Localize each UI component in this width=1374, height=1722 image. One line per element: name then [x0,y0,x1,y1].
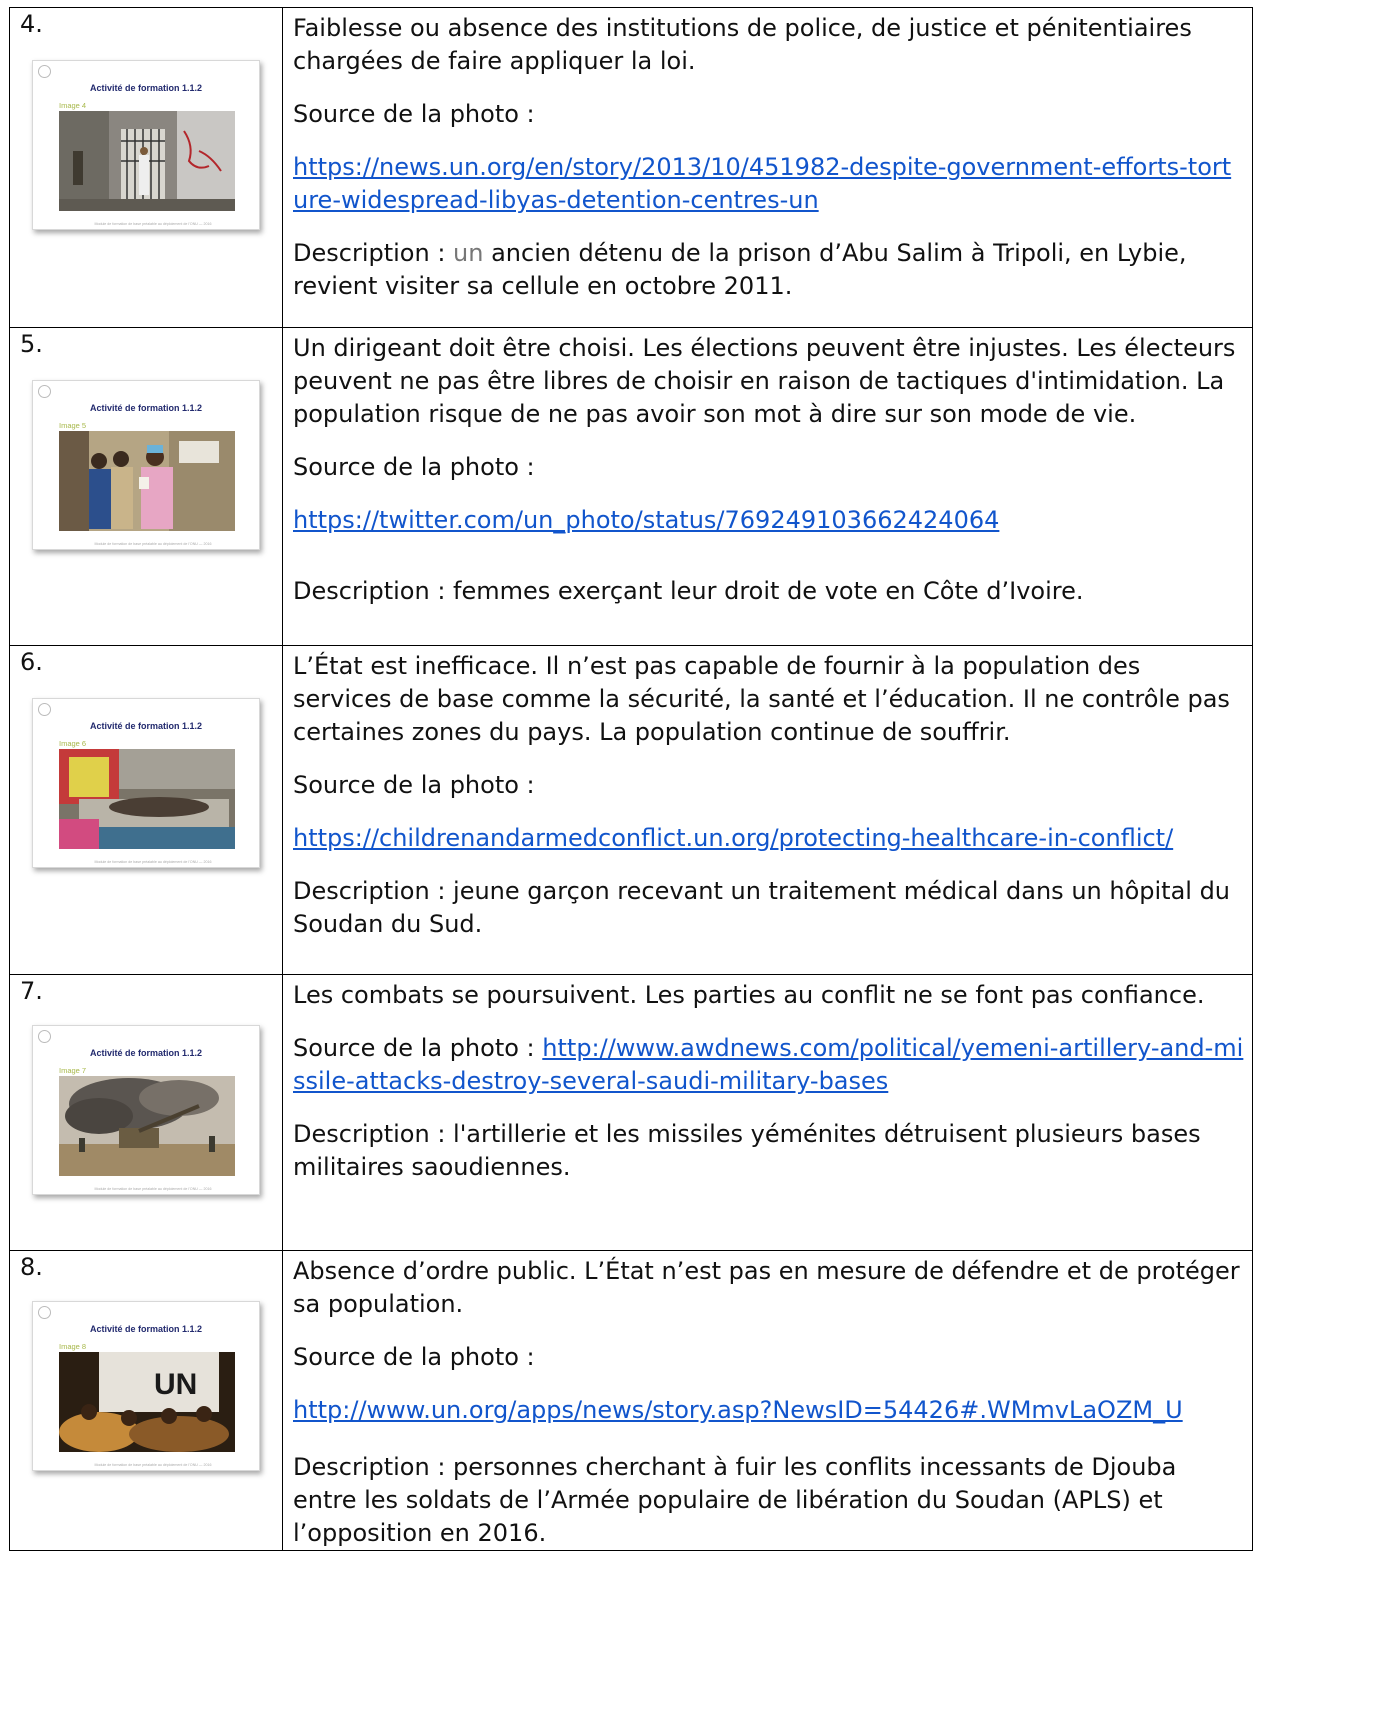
description-prefix: Description : [293,239,454,267]
row-number-cell: 8. Activité de formation 1.1.2 Image 8 U… [9,1250,283,1551]
slide-image-label: Image 5 [59,421,87,430]
slide-image-label: Image 6 [59,739,87,748]
photo-source-link[interactable]: https://childrenandarmedconflict.un.org/… [293,824,1173,852]
slide-title: Activité de formation 1.1.2 [89,1048,203,1058]
slide-image-label: Image 7 [59,1066,87,1075]
row-paragraph: Absence d’ordre public. L’État n’est pas… [293,1257,1240,1318]
table-row: 7. Activité de formation 1.1.2 Image 7 M… [9,974,1253,1251]
row-text-cell: Un dirigeant doit être choisi. Les élect… [282,327,1253,646]
un-logo-icon [38,1030,51,1043]
photo-source-label: Source de la photo : [293,1343,535,1371]
row-paragraph: Un dirigeant doit être choisi. Les élect… [293,334,1236,428]
photo-description: Description : jeune garçon recevant un t… [293,877,1231,938]
slide-title: Activité de formation 1.1.2 [89,1324,203,1334]
un-logo-icon [38,1306,51,1319]
description-highlight: un [453,239,484,267]
table-row: 8. Activité de formation 1.1.2 Image 8 U… [9,1250,1253,1551]
slide-thumbnail: Activité de formation 1.1.2 Image 7 Modu… [32,1025,260,1195]
row-number: 6. [20,648,43,676]
row-number-cell: 5. Activité de formation 1.1.2 Image 5 M… [9,327,283,646]
un-logo-icon [38,385,51,398]
photo-source-label: Source de la photo : [293,100,535,128]
content-table: 4. Activité de formation 1.1.2 Image 4 M… [9,7,1253,1551]
slide-image-label: Image 4 [59,101,87,110]
row-number-cell: 6. Activité de formation 1.1.2 Image 6 M… [9,645,283,975]
table-row: 6. Activité de formation 1.1.2 Image 6 M… [9,645,1253,975]
row-number: 8. [20,1253,43,1281]
row-number: 7. [20,977,43,1005]
slide-footer: Module de formation de base préalable au… [94,222,212,226]
voting-photo [59,431,235,531]
artillery-photo [59,1076,235,1176]
table-row: 5. Activité de formation 1.1.2 Image 5 M… [9,327,1253,646]
photo-source-line: Source de la photo : http://www.awdnews.… [293,1032,1246,1098]
row-number: 5. [20,330,43,358]
row-text-cell: L’État est inefficace. Il n’est pas capa… [282,645,1253,975]
row-paragraph: Faiblesse ou absence des institutions de… [293,14,1192,75]
photo-description: Description : un ancien détenu de la pri… [293,237,1246,303]
row-number: 4. [20,10,43,38]
photo-source-link[interactable]: https://twitter.com/un_photo/status/7692… [293,506,999,534]
slide-footer: Module de formation de base préalable au… [94,542,212,546]
row-number-cell: 7. Activité de formation 1.1.2 Image 7 M… [9,974,283,1251]
row-paragraph: L’État est inefficace. Il n’est pas capa… [293,652,1230,746]
slide-title: Activité de formation 1.1.2 [89,721,203,731]
row-text-cell: Les combats se poursuivent. Les parties … [282,974,1253,1251]
slide-thumbnail: Activité de formation 1.1.2 Image 8 UN M… [32,1301,260,1471]
slide-footer: Module de formation de base préalable au… [94,1187,212,1191]
slide-thumbnail: Activité de formation 1.1.2 Image 6 Modu… [32,698,260,868]
photo-description: Description : l'artillerie et les missil… [293,1120,1201,1181]
un-logo-icon [38,703,51,716]
hospital-photo [59,749,235,849]
slide-image-label: Image 8 [59,1342,87,1351]
svg-text:UN: UN [154,1368,197,1401]
slide-thumbnail: Activité de formation 1.1.2 Image 5 Modu… [32,380,260,550]
table-row: 4. Activité de formation 1.1.2 Image 4 M… [9,7,1253,328]
row-number-cell: 4. Activité de formation 1.1.2 Image 4 M… [9,7,283,328]
photo-description: Description : personnes cherchant à fuir… [293,1453,1177,1547]
row-text-cell: Faiblesse ou absence des institutions de… [282,7,1253,328]
row-paragraph: Les combats se poursuivent. Les parties … [293,981,1205,1009]
un-logo-icon [38,65,51,78]
slide-thumbnail: Activité de formation 1.1.2 Image 4 Modu… [32,60,260,230]
slide-footer: Module de formation de base préalable au… [94,860,212,864]
slide-title: Activité de formation 1.1.2 [89,83,203,93]
row-text-cell: Absence d’ordre public. L’État n’est pas… [282,1250,1253,1551]
prison-cell-photo [59,111,235,211]
slide-footer: Module de formation de base préalable au… [94,1463,212,1467]
photo-source-link[interactable]: https://news.un.org/en/story/2013/10/451… [293,153,1231,214]
photo-source-label: Source de la photo : [293,771,535,799]
photo-description: Description : femmes exerçant leur droit… [293,577,1084,605]
slide-title: Activité de formation 1.1.2 [89,403,203,413]
photo-source-label: Source de la photo : [293,453,535,481]
photo-source-link[interactable]: http://www.un.org/apps/news/story.asp?Ne… [293,1396,1183,1424]
un-vehicle-photo: UN [59,1352,235,1452]
photo-source-label: Source de la photo : [293,1034,535,1062]
